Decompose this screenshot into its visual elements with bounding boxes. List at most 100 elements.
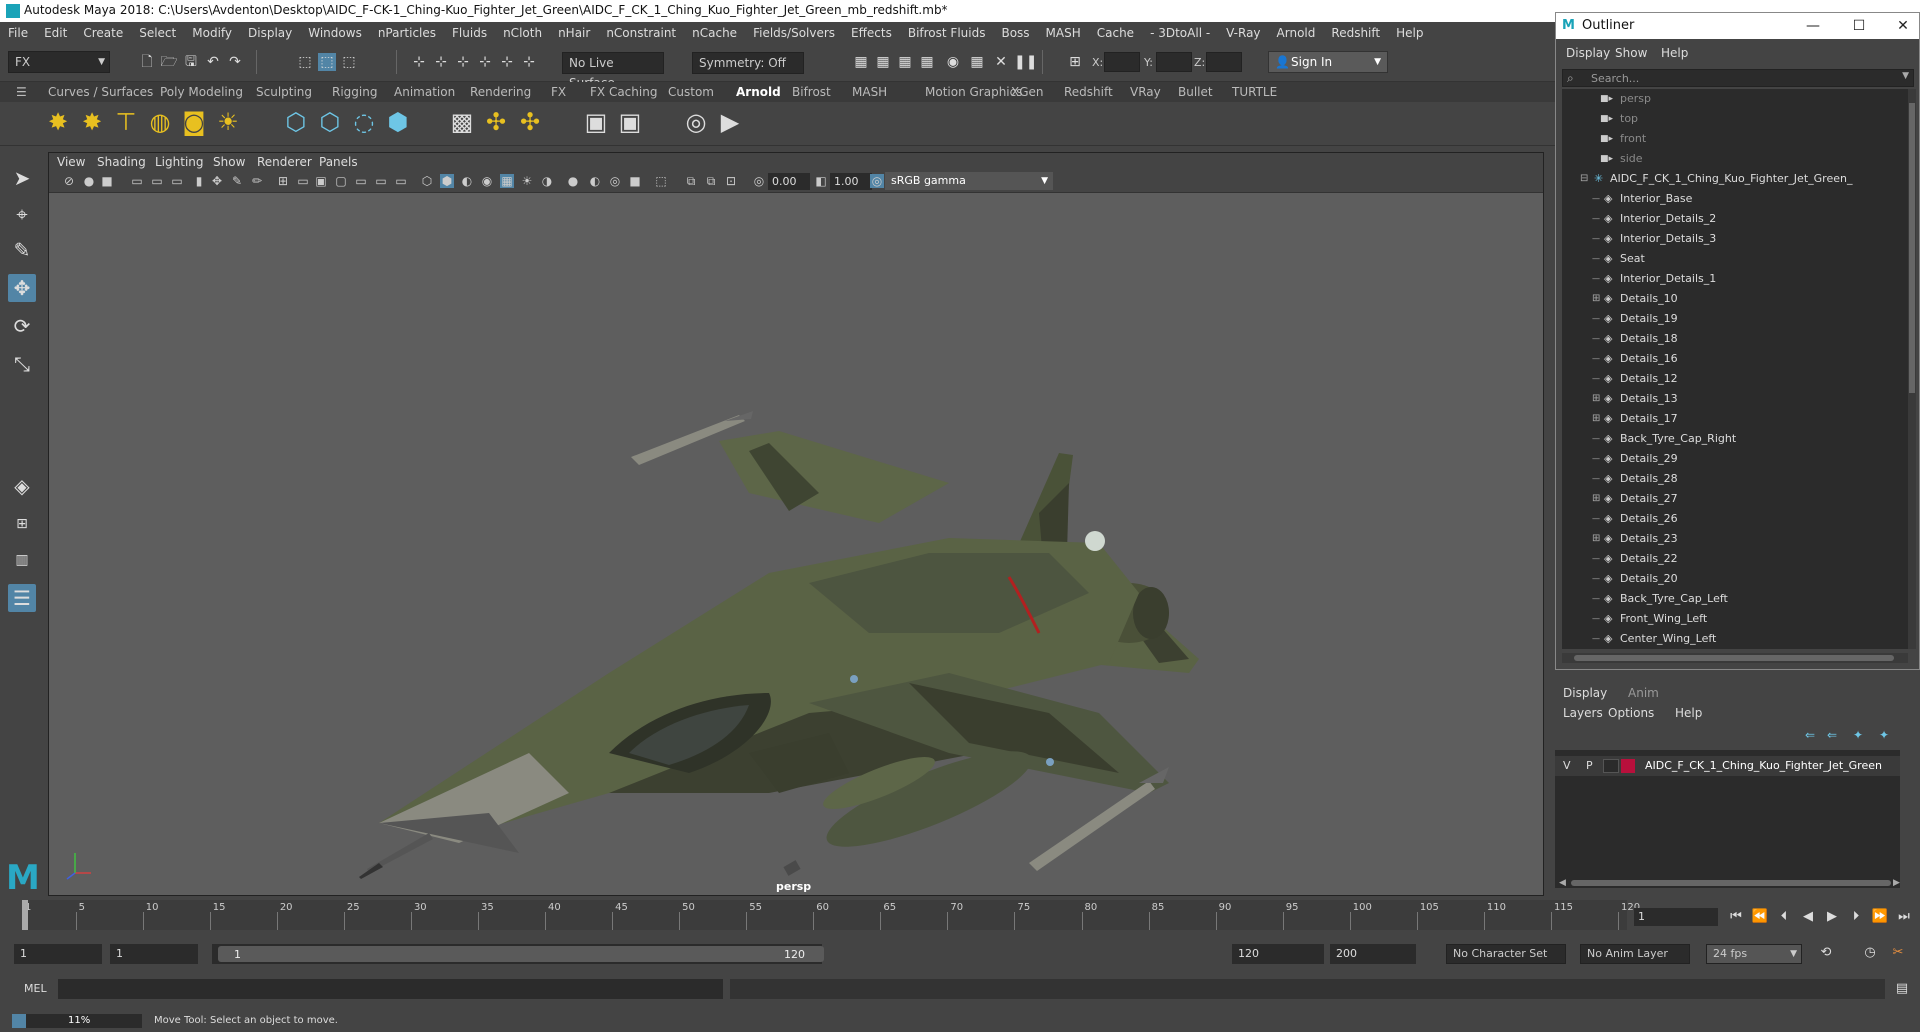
select-component-icon[interactable]: ⬚ xyxy=(340,53,358,71)
xray-icon[interactable]: ⧉ xyxy=(684,174,698,188)
menu-select[interactable]: Select xyxy=(131,22,184,44)
tab-sculpting[interactable]: Sculpting xyxy=(256,82,312,102)
lasso-tool-icon[interactable]: ⌖ xyxy=(8,200,36,228)
menu-edit[interactable]: Edit xyxy=(36,22,75,44)
x-coord-field[interactable] xyxy=(1104,52,1140,72)
tree-item-camera[interactable]: ■▸ front xyxy=(1562,129,1908,149)
scroll-right-icon[interactable]: ▶ xyxy=(1893,878,1900,888)
camera-attributes-icon[interactable]: ● xyxy=(82,174,96,188)
scrollbar-thumb[interactable] xyxy=(1909,103,1915,393)
animation-end-field[interactable]: 200 xyxy=(1330,944,1416,964)
menu-v-ray[interactable]: V-Ray xyxy=(1218,22,1268,44)
ai-standin-icon[interactable]: ⬡ xyxy=(282,108,310,136)
pause-viewport-icon[interactable]: ❚❚ xyxy=(1014,53,1037,71)
menu-bifrost-fluids[interactable]: Bifrost Fluids xyxy=(900,22,994,44)
panel-menu-lighting[interactable]: Lighting xyxy=(155,153,204,171)
animation-start-field[interactable]: 1 xyxy=(14,944,102,964)
outliner-layout-icon[interactable]: ☰ xyxy=(8,584,36,612)
image-plane-icon[interactable]: ▭ xyxy=(130,174,144,188)
tree-item-mesh[interactable]: ⊞ ◈ Details_17 xyxy=(1562,409,1908,429)
menu-ncloth[interactable]: nCloth xyxy=(495,22,550,44)
xray-joints-icon[interactable]: ⧉ xyxy=(704,174,718,188)
light-editor-icon[interactable]: ✕ xyxy=(992,53,1010,71)
layer-color-swatch[interactable] xyxy=(1621,759,1635,773)
scroll-left-icon[interactable]: ◀ xyxy=(1559,878,1566,888)
save-scene-icon[interactable]: 🖫 xyxy=(182,53,200,71)
layer-visibility-toggle[interactable]: V xyxy=(1563,756,1571,776)
tree-item-mesh[interactable]: — ◈ Back_Tyre_Cap_Right xyxy=(1562,429,1908,449)
use-all-lights-icon[interactable]: ☀ xyxy=(520,174,534,188)
tree-item-mesh[interactable]: ⊞ ◈ Details_10 xyxy=(1562,289,1908,309)
layer-menu-options[interactable]: Options xyxy=(1608,704,1654,722)
tab-custom[interactable]: Custom xyxy=(668,82,714,102)
current-frame-field[interactable]: 1 xyxy=(1634,908,1718,926)
panel-menu-renderer[interactable]: Renderer xyxy=(257,153,312,171)
wireframe-icon[interactable]: ⬡ xyxy=(420,174,434,188)
grid-icon[interactable]: ⊞ xyxy=(276,174,290,188)
tree-item-mesh[interactable]: — ◈ Seat xyxy=(1562,249,1908,269)
outliner-menu-show[interactable]: Show xyxy=(1615,43,1647,63)
viewport-3d[interactable]: 1626 xyxy=(49,193,1543,895)
layer-row[interactable]: V P AIDC_F_CK_1_Ching_Kuo_Fighter_Jet_Gr… xyxy=(1555,756,1900,776)
render-settings-icon[interactable]: ▦ xyxy=(918,53,936,71)
ai-flush-background-icon[interactable]: ▣ xyxy=(582,108,610,136)
tab-poly-modeling[interactable]: Poly Modeling xyxy=(160,82,243,102)
menu-mash[interactable]: MASH xyxy=(1038,22,1089,44)
transform-constraints-icon[interactable]: ⊞ xyxy=(1066,53,1084,71)
step-back-key-icon[interactable]: ⏪ xyxy=(1750,908,1770,926)
layer-menu-layers[interactable]: Layers xyxy=(1563,704,1603,722)
tab-turtle[interactable]: TURTLE xyxy=(1232,82,1277,102)
ai-flush-lights-icon[interactable]: ✣ xyxy=(482,108,510,136)
range-slider-handle[interactable] xyxy=(218,946,824,962)
z-coord-field[interactable] xyxy=(1206,52,1242,72)
hypershade-icon[interactable]: ◉ xyxy=(944,53,962,71)
live-surface-field[interactable]: No Live Surface xyxy=(562,52,664,90)
tab-bifrost[interactable]: Bifrost xyxy=(792,82,831,102)
shadows-icon[interactable]: ◑ xyxy=(540,174,554,188)
collapse-icon[interactable]: ⊟ xyxy=(1580,169,1588,189)
expand-icon[interactable]: ⊞ xyxy=(1592,489,1600,509)
minimize-icon[interactable]: — xyxy=(1798,16,1828,36)
outliner-search-input[interactable]: ⌕ Search... ▼ xyxy=(1562,69,1914,87)
tab-bullet[interactable]: Bullet xyxy=(1178,82,1213,102)
menu-set-dropdown[interactable]: FX ▼ xyxy=(8,51,110,73)
panel-menu-shading[interactable]: Shading xyxy=(97,153,146,171)
menu-fluids[interactable]: Fluids xyxy=(444,22,495,44)
outliner-menu-help[interactable]: Help xyxy=(1661,43,1688,63)
expand-icon[interactable]: ⊞ xyxy=(1592,389,1600,409)
menu-ncache[interactable]: nCache xyxy=(684,22,745,44)
menu-create[interactable]: Create xyxy=(75,22,131,44)
menu-file[interactable]: File xyxy=(0,22,36,44)
menu-redshift[interactable]: Redshift xyxy=(1323,22,1388,44)
field-chart-icon[interactable]: ▭ xyxy=(296,174,310,188)
textured-icon[interactable]: ▦ xyxy=(500,174,514,188)
tab-rendering[interactable]: Rendering xyxy=(470,82,531,102)
tab-motion-graphics[interactable]: Motion Graphics xyxy=(925,82,1023,102)
redo-icon[interactable]: ↷ xyxy=(226,53,244,71)
scale-tool-icon[interactable]: ⤡ xyxy=(8,350,36,378)
sign-in-button[interactable]: 👤 Sign In ▼ xyxy=(1268,51,1388,73)
ai-area-light-icon[interactable]: ✸ xyxy=(78,108,106,136)
tree-item-mesh[interactable]: — ◈ Back_Tyre_Cap_Left xyxy=(1562,589,1908,609)
ai-render-view-icon[interactable]: ◎ xyxy=(682,108,710,136)
xray-components-icon[interactable]: ⊡ xyxy=(724,174,738,188)
screen-space-ao-icon[interactable]: ● xyxy=(566,174,580,188)
menu-windows[interactable]: Windows xyxy=(300,22,370,44)
multisample-aa-icon[interactable]: ◎ xyxy=(608,174,622,188)
scrollbar-thumb[interactable] xyxy=(1574,655,1894,661)
tab-vray[interactable]: VRay xyxy=(1130,82,1161,102)
safe-action-icon[interactable]: ▣ xyxy=(314,174,328,188)
render-view-icon[interactable]: ▦ xyxy=(852,53,870,71)
tab-rigging[interactable]: Rigging xyxy=(332,82,377,102)
fps-dropdown[interactable]: 24 fps ▼ xyxy=(1706,944,1802,964)
render-frame-icon[interactable]: ▦ xyxy=(874,53,892,71)
tree-item-mesh[interactable]: — ◈ Details_28 xyxy=(1562,469,1908,489)
four-view-layout-icon[interactable]: ⊞ xyxy=(8,510,36,538)
select-tool-icon[interactable]: ➤ xyxy=(8,164,36,192)
snap-pivot-icon[interactable]: ⊹ xyxy=(520,53,538,71)
select-object-icon[interactable]: ⬚ xyxy=(318,53,336,71)
snap-view-plane-icon[interactable]: ⊹ xyxy=(476,53,494,71)
menu-fields-solvers[interactable]: Fields/Solvers xyxy=(745,22,843,44)
gamma-icon[interactable]: ◧ xyxy=(814,174,828,188)
tree-item-root-group[interactable]: ⊟ ✳ AIDC_F_CK_1_Ching_Kuo_Fighter_Jet_Gree… xyxy=(1562,169,1908,189)
